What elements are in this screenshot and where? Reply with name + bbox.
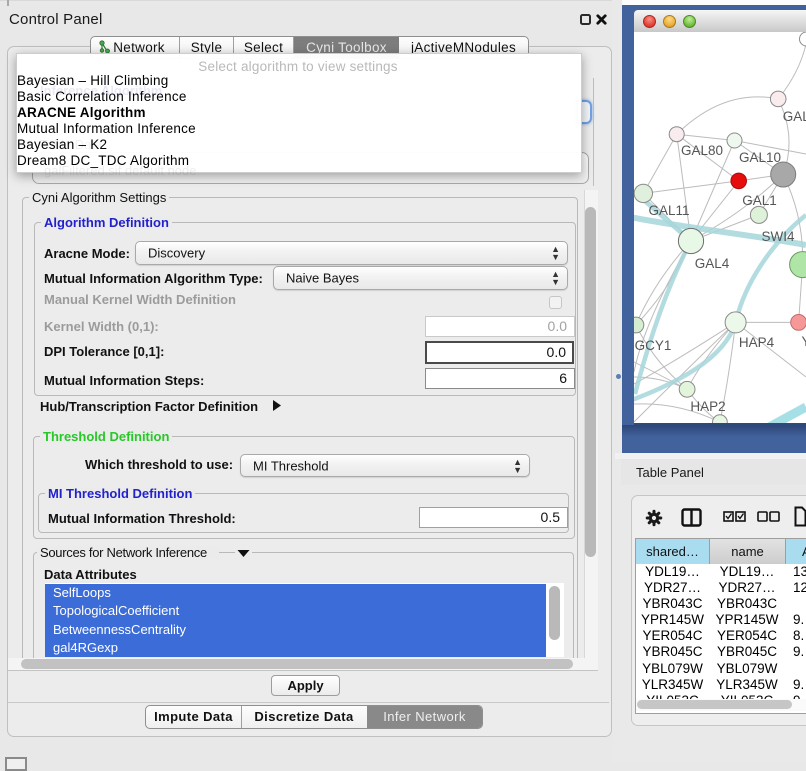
svg-text:HAP4: HAP4: [739, 335, 775, 350]
svg-text:GAL1: GAL1: [742, 193, 777, 208]
svg-text:SWI4: SWI4: [761, 229, 794, 244]
svg-text:GCY1: GCY1: [635, 338, 672, 353]
svg-text:GAL4: GAL4: [695, 256, 730, 271]
svg-text:GAL11: GAL11: [648, 203, 689, 218]
svg-text:HAP2: HAP2: [690, 399, 725, 414]
svg-text:GAL8: GAL8: [783, 109, 806, 124]
svg-text:Y: Y: [801, 334, 806, 349]
svg-text:GAL80: GAL80: [681, 143, 723, 158]
svg-text:GAL10: GAL10: [739, 150, 781, 165]
